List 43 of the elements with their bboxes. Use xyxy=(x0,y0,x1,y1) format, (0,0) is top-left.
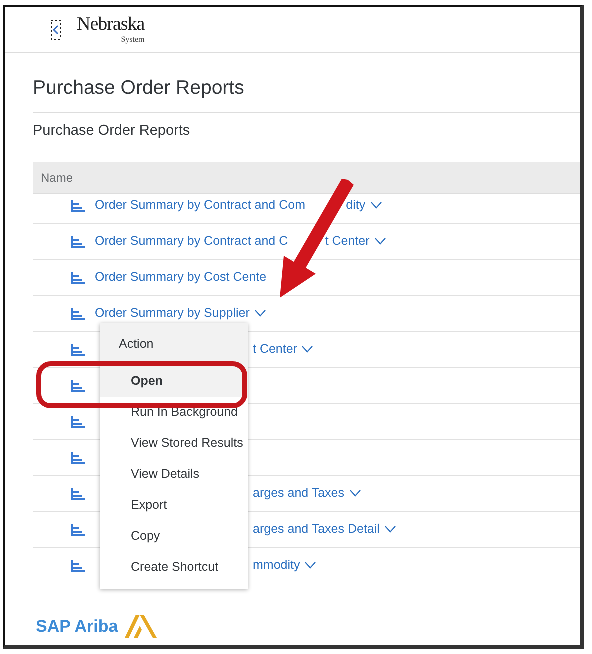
chevron-down-icon[interactable] xyxy=(305,562,316,569)
report-link[interactable]: dity xyxy=(346,196,382,215)
logo-subtitle: System xyxy=(120,36,145,44)
report-icon xyxy=(71,488,85,500)
report-icon xyxy=(71,380,85,392)
chevron-down-icon[interactable] xyxy=(254,310,266,317)
page-title: Purchase Order Reports xyxy=(33,74,580,114)
report-link[interactable]: arges and Taxes xyxy=(253,484,360,503)
menu-item[interactable]: Open xyxy=(100,366,248,397)
chevron-down-icon[interactable] xyxy=(350,490,360,497)
menu-item[interactable]: Copy xyxy=(100,521,248,552)
brand-logo-text: SAP Ariba xyxy=(36,616,118,638)
report-link[interactable]: t Center xyxy=(325,232,386,251)
report-icon xyxy=(71,344,85,356)
menu-title: Action xyxy=(100,323,248,366)
report-icon xyxy=(71,416,85,428)
report-link[interactable]: mmodity xyxy=(253,556,316,575)
report-link[interactable]: t Center xyxy=(253,340,314,359)
column-header[interactable]: Name xyxy=(41,168,74,186)
menu-item[interactable]: Export xyxy=(100,490,248,521)
report-link[interactable]: arges and Taxes Detail xyxy=(253,520,396,539)
report-link[interactable]: Order Summary by Cost Cente xyxy=(95,268,267,287)
report-link[interactable]: Order Summary by Contract and Com xyxy=(95,196,306,215)
menu-item[interactable]: Create Shortcut xyxy=(100,552,248,583)
section-title: Purchase Order Reports xyxy=(33,122,192,142)
report-link[interactable]: Order Summary by Contract and C xyxy=(95,232,288,251)
back-icon[interactable] xyxy=(51,20,61,40)
menu-item[interactable]: View Stored Results xyxy=(100,428,248,459)
report-icon xyxy=(71,524,85,536)
chevron-down-icon[interactable] xyxy=(384,526,396,533)
logo-name: Nebraska xyxy=(77,15,145,34)
report-icon xyxy=(71,308,85,320)
chevron-down-icon[interactable] xyxy=(302,346,314,353)
report-link[interactable]: Order Summary by Supplier xyxy=(95,304,266,323)
report-icon xyxy=(71,452,85,464)
report-icon xyxy=(71,272,85,284)
chevron-logo-icon xyxy=(124,613,158,639)
chevron-down-icon[interactable] xyxy=(370,202,382,209)
report-icon xyxy=(71,560,85,572)
chevron-down-icon[interactable] xyxy=(374,238,386,245)
report-icon xyxy=(71,236,85,248)
menu-item[interactable]: View Details xyxy=(100,459,248,490)
report-icon xyxy=(71,200,85,212)
